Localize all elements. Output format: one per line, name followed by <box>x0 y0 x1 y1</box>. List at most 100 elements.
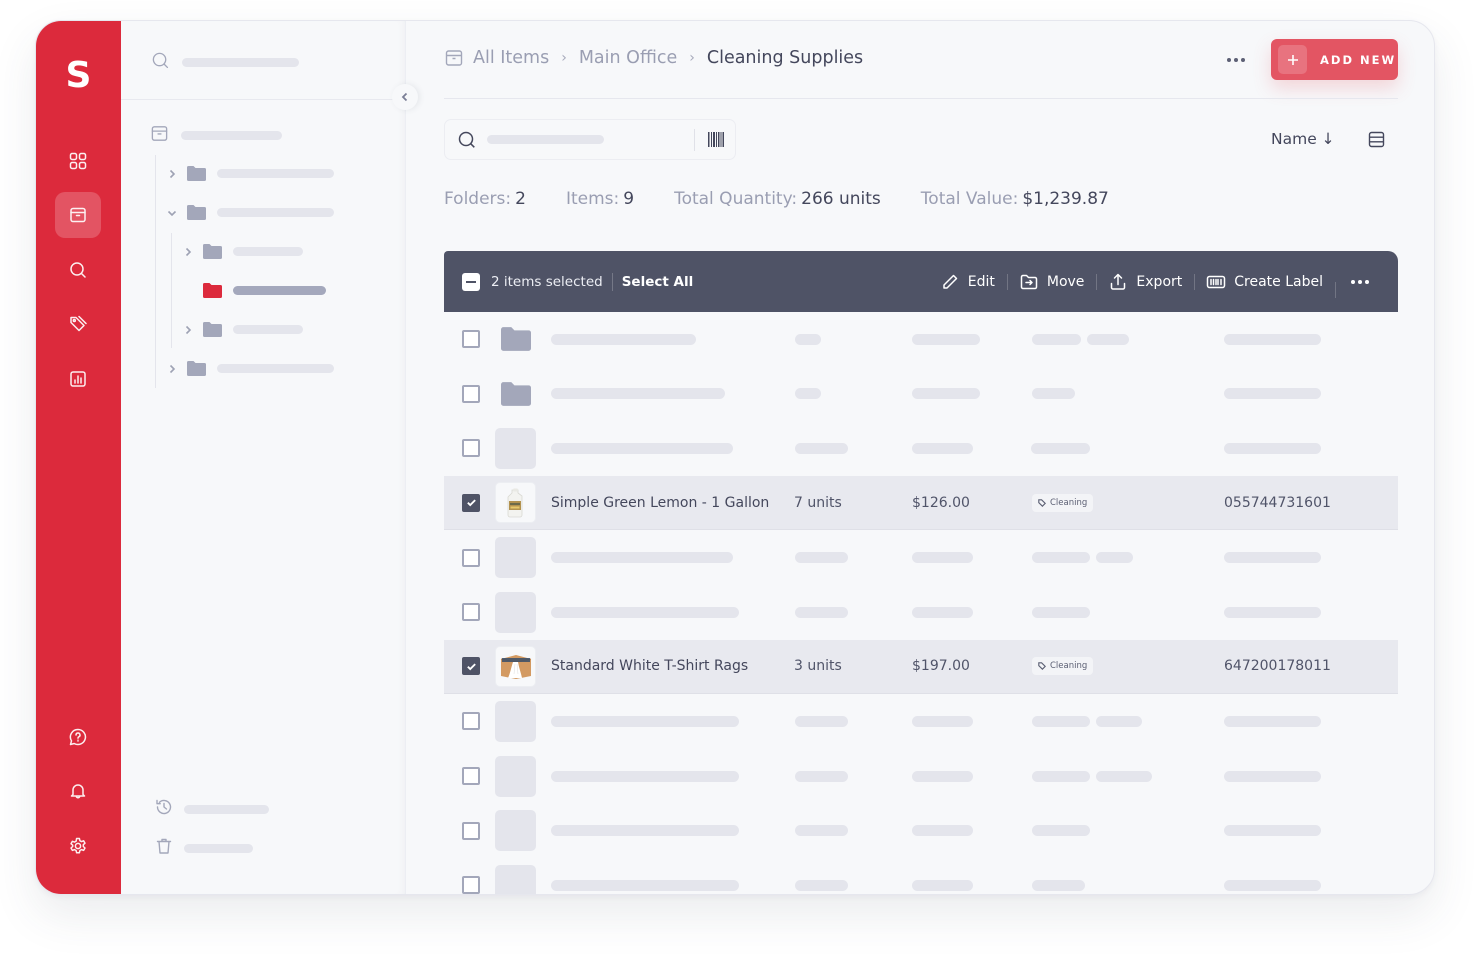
chevron-right-icon[interactable] <box>181 323 195 337</box>
table-row-selected[interactable]: Standard White T-Shirt Rags 3 units $197… <box>444 639 1398 695</box>
header-divider <box>444 98 1398 99</box>
row-checkbox[interactable] <box>462 439 480 458</box>
search-icon <box>458 131 475 148</box>
table-row[interactable] <box>444 694 1398 749</box>
tag-skeleton <box>1031 442 1090 454</box>
tree-root[interactable] <box>150 124 282 147</box>
rail-item-search[interactable] <box>55 247 101 293</box>
header-more-button[interactable] <box>1227 58 1245 62</box>
rail-item-reports[interactable] <box>55 356 101 402</box>
rail-item-tags[interactable] <box>55 301 101 347</box>
row-checkbox[interactable] <box>462 876 480 894</box>
row-checkbox[interactable] <box>462 384 480 403</box>
rail-item-help[interactable] <box>55 714 101 760</box>
tree-subfolder[interactable] <box>181 244 303 259</box>
table-row[interactable] <box>444 803 1398 858</box>
tag-skeleton <box>1032 333 1081 345</box>
rail-item-notifications[interactable] <box>55 768 101 814</box>
table-row-selected[interactable]: Simple Green Lemon - 1 Gallon 7 units $1… <box>444 475 1398 531</box>
export-button[interactable]: Export <box>1096 272 1194 292</box>
tree-subfolder-active[interactable] <box>181 283 326 298</box>
plus-icon <box>1278 45 1307 74</box>
table-row[interactable] <box>444 421 1398 476</box>
chevron-left-icon <box>401 92 408 102</box>
tag-skeleton <box>1096 770 1152 782</box>
chevron-right-icon[interactable] <box>165 167 179 181</box>
collapse-sidebar-button[interactable] <box>392 84 418 110</box>
folder-icon <box>187 205 206 220</box>
rail-item-items[interactable] <box>55 192 101 238</box>
tag-skeleton <box>1032 770 1090 782</box>
item-name[interactable]: Simple Green Lemon - 1 Gallon <box>551 495 769 511</box>
table-row-folder[interactable] <box>444 312 1398 367</box>
rail-item-settings[interactable] <box>55 823 101 869</box>
tag-chip[interactable]: Cleaning <box>1032 657 1094 676</box>
add-new-button[interactable]: ADD NEW <box>1271 39 1398 80</box>
create-label-button[interactable]: Create Label <box>1194 272 1335 292</box>
table-row[interactable] <box>444 585 1398 640</box>
row-checkbox[interactable] <box>462 548 480 567</box>
tag-chip[interactable]: Cleaning <box>1032 493 1094 512</box>
item-thumbnail <box>495 755 536 797</box>
edit-button[interactable]: Edit <box>928 272 1007 292</box>
dot <box>1365 279 1369 284</box>
item-thumbnail <box>495 427 536 469</box>
deselect-all-checkbox[interactable] <box>462 272 480 291</box>
selection-more-button[interactable] <box>1335 279 1398 298</box>
code-skeleton <box>1224 825 1321 837</box>
barcode-scan-icon[interactable] <box>708 132 724 147</box>
qty-skeleton <box>795 388 821 400</box>
row-checkbox[interactable] <box>462 330 480 349</box>
price-skeleton <box>912 879 973 891</box>
tree-folder-label <box>217 208 334 217</box>
tree-folder[interactable] <box>165 361 334 376</box>
table-row[interactable] <box>444 749 1398 804</box>
breadcrumb-main-office[interactable]: Main Office <box>579 48 677 68</box>
table-row[interactable] <box>444 530 1398 585</box>
edit-label: Edit <box>967 273 995 290</box>
tree-subfolder[interactable] <box>181 322 303 337</box>
box-icon <box>445 50 463 66</box>
rail-item-dashboard[interactable] <box>55 138 101 184</box>
breadcrumb-all-items[interactable]: All Items <box>473 48 549 68</box>
chevron-right-icon[interactable] <box>165 362 179 376</box>
move-button[interactable]: Move <box>1006 272 1097 292</box>
sidebar-divider <box>121 99 405 100</box>
item-quantity: 3 units <box>794 658 842 675</box>
main-content: All Items › Main Office › Cleaning Suppl… <box>444 21 1398 894</box>
tag-skeleton <box>1032 606 1090 618</box>
item-name[interactable]: Standard White T-Shirt Rags <box>551 658 748 674</box>
chevron-down-icon[interactable] <box>165 206 179 220</box>
table-row[interactable] <box>444 858 1398 894</box>
chevron-right-icon[interactable] <box>181 245 195 259</box>
tree-folder[interactable] <box>165 166 334 181</box>
table-row-folder[interactable] <box>444 367 1398 422</box>
sidebar-history[interactable] <box>154 797 269 821</box>
row-checkbox[interactable] <box>462 767 480 786</box>
select-all-button[interactable]: Select All <box>622 274 694 290</box>
row-checkbox[interactable] <box>462 603 480 622</box>
row-checkbox-checked[interactable] <box>462 493 480 512</box>
row-checkbox-checked[interactable] <box>462 657 480 676</box>
tree-guide-line <box>171 233 172 348</box>
sidebar-trash[interactable] <box>154 836 253 860</box>
folder-icon <box>495 319 536 360</box>
tree-folder-expanded[interactable] <box>165 205 334 220</box>
item-thumbnail <box>495 700 536 742</box>
app-logo[interactable]: S <box>36 55 121 96</box>
item-thumbnail <box>495 864 536 894</box>
row-checkbox[interactable] <box>462 712 480 731</box>
sort-dropdown[interactable]: Name ↓ <box>1271 130 1335 148</box>
tag-skeleton <box>1032 879 1085 891</box>
tag-icon <box>1038 498 1046 507</box>
code-skeleton <box>1224 770 1321 782</box>
sidebar-search[interactable] <box>151 51 299 74</box>
item-price: $126.00 <box>912 494 970 511</box>
tag-icon <box>70 315 87 332</box>
row-checkbox[interactable] <box>462 821 480 840</box>
qty-skeleton <box>795 825 848 837</box>
item-search-input[interactable] <box>444 119 736 160</box>
folder-sidebar <box>121 21 406 894</box>
list-view-icon[interactable] <box>1368 131 1385 148</box>
breadcrumb-separator: › <box>561 50 567 66</box>
